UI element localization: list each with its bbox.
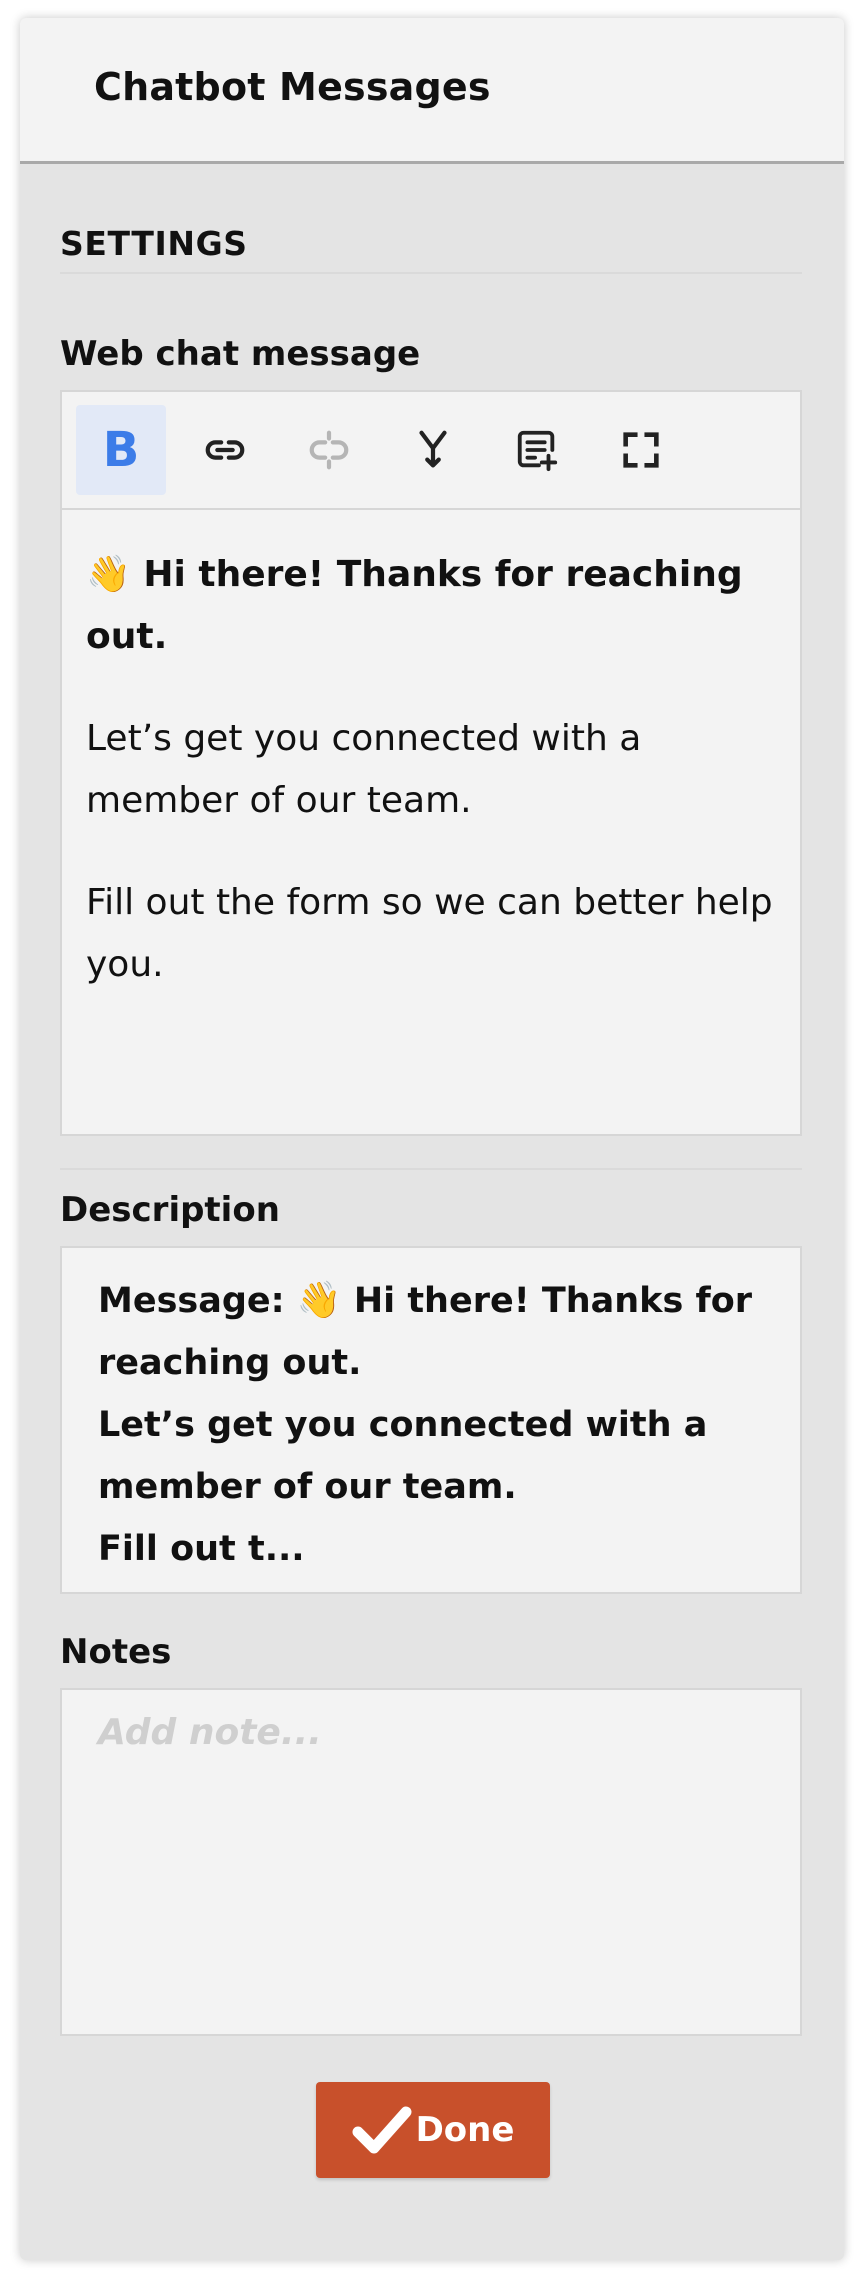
message-line-2: Let’s get you connected with a member of… (86, 718, 642, 821)
message-line-1: 👋 Hi there! Thanks for reaching out. (86, 544, 776, 668)
message-line-3: Fill out the form so we can better help … (86, 882, 773, 985)
waving-hand-icon: 👋 (296, 1280, 342, 1321)
fullscreen-button[interactable] (596, 405, 686, 495)
notes-label: Notes (60, 1632, 172, 1672)
insert-snippet-button[interactable] (492, 405, 582, 495)
description-box: Message: 👋 Hi there! Thanks for reaching… (60, 1246, 802, 1594)
message-content[interactable]: 👋 Hi there! Thanks for reaching out. Let… (62, 510, 800, 996)
merge-field-button[interactable] (388, 405, 478, 495)
done-label: Done (415, 2110, 515, 2150)
description-label: Description (60, 1190, 280, 1230)
unlink-icon (309, 430, 349, 470)
fullscreen-icon (623, 432, 659, 468)
web-chat-message-label: Web chat message (60, 334, 421, 374)
web-chat-message-editor: B 👋 Hi there! Thanks for reaching out. L… (60, 390, 802, 1136)
insert-snippet-icon (517, 430, 558, 472)
editor-toolbar: B (62, 392, 800, 510)
done-button[interactable]: Done (316, 2082, 550, 2178)
settings-heading: SETTINGS (60, 224, 248, 263)
checkmark-icon (352, 2106, 412, 2154)
bold-button[interactable]: B (76, 405, 166, 495)
panel-title: Chatbot Messages (94, 64, 491, 109)
description-line-2: Let’s get you connected with a member of… (98, 1405, 708, 1507)
notes-input[interactable] (60, 1688, 802, 2036)
link-icon (205, 440, 245, 460)
divider (60, 1168, 802, 1170)
description-line-3: Fill out t... (98, 1529, 305, 1569)
panel-header: Chatbot Messages (20, 18, 844, 164)
merge-icon (419, 430, 447, 468)
divider (60, 272, 802, 274)
bold-icon: B (102, 422, 140, 478)
link-button[interactable] (180, 405, 270, 495)
waving-hand-icon: 👋 (86, 554, 131, 595)
chatbot-messages-panel: Chatbot Messages SETTINGS Web chat messa… (20, 18, 844, 2260)
description-line-1: Message: 👋 Hi there! Thanks for reaching… (98, 1280, 753, 1383)
unlink-button[interactable] (284, 405, 374, 495)
message-line-1-text: Hi there! Thanks for reaching out. (86, 554, 743, 657)
